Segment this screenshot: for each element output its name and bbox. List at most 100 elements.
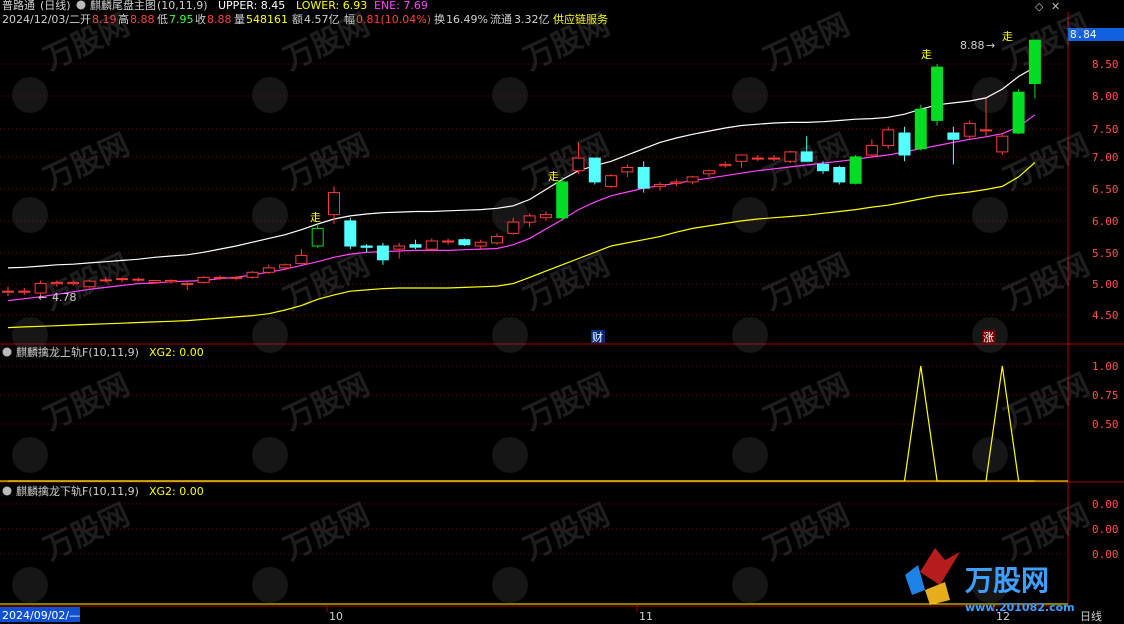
- candle-body: [963, 123, 976, 137]
- candle-body: [784, 151, 797, 162]
- price-tick-label: 8.50: [1092, 58, 1119, 71]
- candle-body: [865, 145, 878, 156]
- candle-body: [376, 245, 389, 261]
- candle-body: [409, 244, 422, 248]
- sub2-title[interactable]: 麒麟擒龙下轨F(10,11,9): [16, 484, 139, 498]
- low-label: 低: [157, 13, 168, 26]
- candle-body: [458, 239, 471, 246]
- sub1-axis-label: 1.00: [1092, 360, 1119, 373]
- low-marker-arrow: ←: [38, 291, 47, 304]
- indicator-dropdown-icon[interactable]: [76, 0, 86, 10]
- ene-value: ENE: 7.69: [374, 0, 428, 12]
- app-name: 普路通: [2, 0, 35, 12]
- candle-body: [1028, 39, 1041, 84]
- quote-date: 2024/12/03/二: [2, 13, 80, 26]
- sub1-axis-label: 0.75: [1092, 389, 1119, 402]
- diamond-icon[interactable]: ◇: [1035, 0, 1044, 13]
- turnover-value: 16.49%: [446, 13, 488, 26]
- candle-body: [442, 240, 455, 243]
- sub2-axis-label: 0.00: [1092, 523, 1119, 536]
- candle-body: [83, 280, 96, 288]
- candle-body: [295, 254, 308, 265]
- candle-body: [262, 267, 275, 273]
- candle-body: [181, 283, 194, 286]
- watermark-emblem: [492, 317, 528, 353]
- candle-body: [833, 167, 846, 183]
- watermark-emblem: [252, 437, 288, 473]
- price-tick-label: 7.00: [1092, 151, 1119, 164]
- candle-body: [165, 280, 177, 283]
- turnover-label: 换: [434, 12, 445, 26]
- float-label: 流通: [490, 12, 512, 26]
- low-marker-value: 4.78: [52, 291, 77, 304]
- candle-body: [702, 170, 715, 175]
- watermark-emblem: [252, 567, 288, 603]
- sub1-title[interactable]: 麒麟擒龙上轨F(10,11,9): [16, 345, 139, 359]
- close-label: 收: [195, 12, 206, 26]
- sub2-value: XG2: 0.00: [149, 485, 204, 498]
- amount-label: 额: [292, 13, 303, 26]
- candle-body: [556, 181, 569, 219]
- zhang-mark[interactable]: 涨: [983, 331, 994, 344]
- period-tab[interactable]: 日线: [1080, 609, 1102, 623]
- candle-body: [311, 227, 324, 247]
- high-marker-arrow: →: [986, 39, 995, 52]
- candle-body: [344, 220, 357, 247]
- price-tick-label: 6.00: [1092, 215, 1119, 228]
- close-icon[interactable]: ✕: [1051, 0, 1060, 13]
- candle-body: [898, 132, 911, 156]
- month-label: 10: [329, 610, 343, 623]
- price-tick-label: 7.50: [1092, 123, 1119, 136]
- watermark-emblem: [732, 77, 768, 113]
- watermark-emblem: [972, 77, 1008, 113]
- candle-body: [67, 281, 80, 285]
- candle-body: [719, 163, 732, 167]
- candle-body: [1012, 91, 1025, 134]
- walk-mark: 走: [921, 48, 932, 61]
- candle-body: [474, 241, 487, 247]
- price-tick-label: 5.00: [1092, 278, 1119, 291]
- sub1-value: XG2: 0.00: [149, 346, 204, 359]
- walk-mark: 走: [310, 211, 321, 224]
- watermark-emblem: [12, 197, 48, 233]
- candle-body: [491, 236, 503, 244]
- candle-body: [116, 278, 129, 281]
- candle-body: [18, 290, 31, 293]
- candle-body: [360, 245, 373, 248]
- sub1-dropdown-icon[interactable]: [2, 347, 12, 357]
- candle-body: [882, 129, 895, 147]
- price-tick-label: 6.50: [1092, 183, 1119, 196]
- sub2-dropdown-icon[interactable]: [2, 486, 12, 496]
- candle-body: [996, 135, 1009, 153]
- watermark-emblem: [492, 437, 528, 473]
- candle-body: [230, 276, 243, 279]
- watermark-emblem: [252, 77, 288, 113]
- candle-body: [279, 264, 292, 269]
- stock-chart[interactable]: 普路通 (日线) 麒麟尾盘主图 (10,11,9) UPPER: 8.45 LO…: [0, 0, 1124, 624]
- volume-value: 548161: [246, 13, 288, 26]
- watermark-emblem: [12, 77, 48, 113]
- candle-body: [654, 184, 666, 187]
- watermark-emblem: [12, 567, 48, 603]
- price-tick-label: 5.50: [1092, 247, 1119, 260]
- candle-body: [735, 154, 748, 162]
- candle-body: [132, 278, 145, 281]
- walk-mark: 走: [548, 170, 559, 183]
- sub2-axis-label: 0.00: [1092, 548, 1119, 561]
- candle-body: [523, 215, 536, 223]
- sub2-axis-label: 0.00: [1092, 498, 1119, 511]
- float-value: 3.32亿: [514, 13, 550, 26]
- candle-body: [637, 167, 650, 189]
- candle-body: [539, 214, 552, 219]
- candle-body: [148, 280, 161, 283]
- watermark-emblem: [492, 567, 528, 603]
- caibao-mark[interactable]: 财: [592, 330, 603, 344]
- candle-body: [507, 221, 520, 234]
- indicator-name[interactable]: 麒麟尾盘主图: [90, 0, 156, 12]
- high-marker-value: 8.88: [960, 39, 985, 52]
- sub1-axis-label: 0.50: [1092, 418, 1119, 431]
- month-label: 12: [996, 610, 1010, 623]
- candle-body: [914, 108, 927, 150]
- candle-body: [621, 167, 634, 173]
- candle-body: [768, 157, 781, 160]
